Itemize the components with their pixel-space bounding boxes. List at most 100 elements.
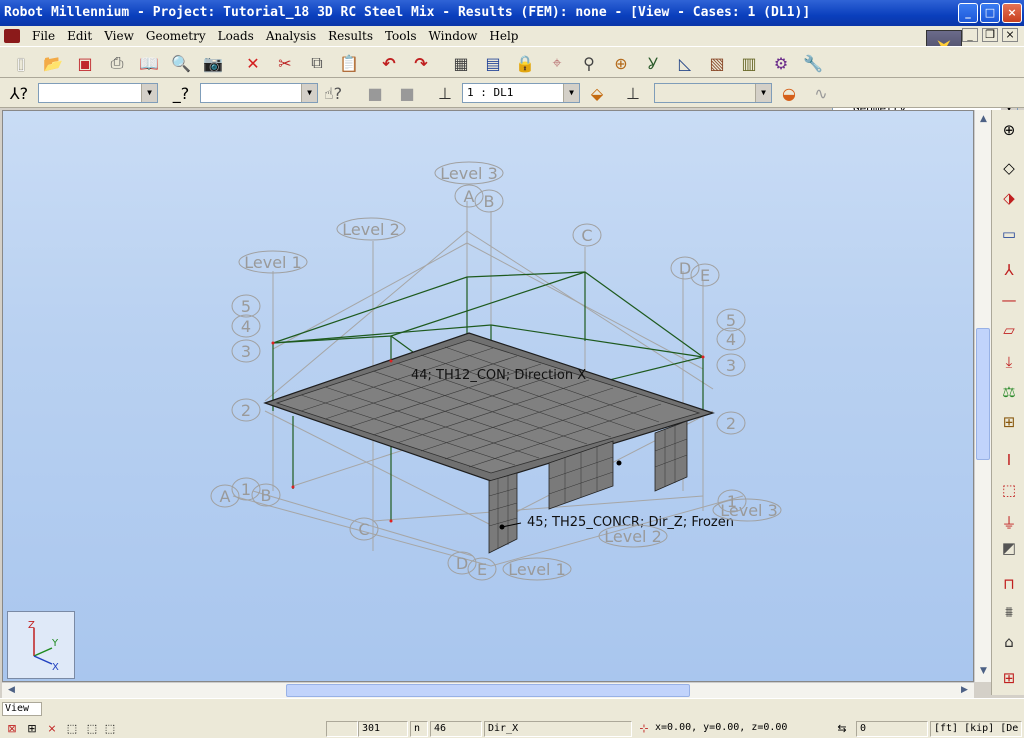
chevron-down-icon[interactable]: ▼ bbox=[301, 84, 317, 102]
scroll-left-icon[interactable]: ◀ bbox=[4, 683, 19, 698]
open-icon[interactable]: 📂 bbox=[42, 52, 64, 74]
cube-icon[interactable]: ⬚ bbox=[996, 478, 1022, 502]
vertical-scroll-thumb[interactable] bbox=[976, 328, 990, 460]
bar-select-icon[interactable]: _? bbox=[170, 82, 192, 104]
gear-icon[interactable]: ⚙ bbox=[770, 52, 792, 74]
bar-selection-combo[interactable]: ▼ bbox=[200, 83, 318, 103]
menu-results[interactable]: Results bbox=[322, 29, 379, 43]
copy-icon[interactable]: ⧉ bbox=[306, 52, 328, 74]
filter2-icon[interactable]: ■ bbox=[396, 82, 418, 104]
menu-window[interactable]: Window bbox=[423, 29, 484, 43]
level-label: Level 1 bbox=[244, 253, 302, 272]
offset-icon[interactable]: ⊞ bbox=[996, 410, 1022, 434]
filter-icon[interactable]: ■ bbox=[364, 82, 386, 104]
frame-icon[interactable]: ⩩ bbox=[996, 600, 1022, 624]
bar-icon[interactable]: — bbox=[996, 288, 1022, 312]
scroll-up-icon[interactable]: ▲ bbox=[976, 112, 991, 127]
wave-icon[interactable]: ∿ bbox=[810, 82, 832, 104]
menu-help[interactable]: Help bbox=[483, 29, 524, 43]
paste-icon[interactable]: 📋 bbox=[338, 52, 360, 74]
load-icon[interactable]: ⬙ bbox=[586, 82, 608, 104]
mode-icon[interactable]: ◒ bbox=[778, 82, 800, 104]
load-definition-icon[interactable]: ⤓ bbox=[996, 350, 1022, 374]
menu-geometry[interactable]: Geometry bbox=[140, 29, 212, 43]
view-tab[interactable]: View bbox=[2, 702, 42, 716]
horizontal-scroll-thumb[interactable] bbox=[286, 684, 690, 697]
display-icon[interactable]: ⬚ bbox=[84, 721, 100, 736]
chevron-down-icon[interactable]: ▼ bbox=[563, 84, 579, 102]
scroll-down-icon[interactable]: ▼ bbox=[976, 664, 991, 679]
combination-icon[interactable]: ⚖ bbox=[996, 380, 1022, 404]
axis-triad-icon: Z Y X bbox=[28, 620, 59, 673]
menu-file[interactable]: File bbox=[26, 29, 61, 43]
coordinates-field: x=0.00, y=0.00, z=0.00 bbox=[655, 722, 788, 733]
truss-icon[interactable]: ⊓ bbox=[996, 572, 1022, 596]
axis-bubble: D bbox=[679, 259, 691, 278]
mdi-close-button[interactable]: × bbox=[1002, 28, 1018, 42]
section-icon[interactable]: ◺ bbox=[674, 52, 696, 74]
support-icon[interactable]: ⅄ bbox=[996, 258, 1022, 282]
menu-loads[interactable]: Loads bbox=[212, 29, 260, 43]
save-icon[interactable]: ▣ bbox=[74, 52, 96, 74]
i-section-icon[interactable]: Ⅰ bbox=[996, 448, 1022, 472]
cut-icon[interactable]: ✂ bbox=[274, 52, 296, 74]
print-icon[interactable]: ⎙ bbox=[106, 52, 128, 74]
mdi-restore-button[interactable]: ❐ bbox=[982, 28, 998, 42]
delete-icon[interactable]: ✕ bbox=[242, 52, 264, 74]
horizontal-scrollbar[interactable]: ◀ ▶ bbox=[2, 682, 974, 698]
scroll-right-icon[interactable]: ▶ bbox=[957, 683, 972, 698]
node-selection-combo[interactable]: ▼ bbox=[38, 83, 158, 103]
node-icon[interactable]: ⬗ bbox=[996, 186, 1022, 210]
3d-view-icon[interactable]: ⬚ bbox=[64, 721, 80, 736]
redo-icon[interactable]: ↷ bbox=[410, 52, 432, 74]
lock-icon[interactable]: 🔒 bbox=[514, 52, 536, 74]
grid-icon[interactable]: ⊞ bbox=[996, 666, 1022, 690]
panel-icon[interactable]: ▱ bbox=[996, 318, 1022, 342]
select-icon[interactable]: ⊠ bbox=[4, 721, 20, 736]
grid-view-icon[interactable]: ⊞ bbox=[24, 721, 40, 736]
structure-icon[interactable]: ▥ bbox=[738, 52, 760, 74]
chevron-down-icon[interactable]: ▼ bbox=[141, 84, 157, 102]
minimize-button[interactable]: _ bbox=[958, 3, 978, 23]
units-field[interactable]: [ft] [kip] [De bbox=[930, 721, 1022, 737]
menu-analysis[interactable]: Analysis bbox=[260, 29, 322, 43]
case-combo[interactable]: 1 : DL1 ▼ bbox=[462, 83, 580, 103]
cursor-icon[interactable]: ⌖ bbox=[546, 52, 568, 74]
menu-bar: File Edit View Geometry Loads Analysis R… bbox=[0, 26, 1024, 46]
snap-icon[interactable]: ⨯ bbox=[44, 721, 60, 736]
new-file-icon[interactable]: ▯ bbox=[10, 52, 32, 74]
book-icon[interactable]: 📖 bbox=[138, 52, 160, 74]
polygon-icon[interactable]: ◇ bbox=[996, 156, 1022, 180]
solid-icon[interactable]: ◩ bbox=[996, 536, 1022, 560]
axis-definition-icon[interactable]: ⊕ bbox=[996, 118, 1022, 142]
query-icon[interactable]: ☝? bbox=[322, 82, 344, 104]
vertical-scrollbar[interactable]: ▲ ▼ bbox=[974, 110, 991, 682]
node-select-icon[interactable]: ⅄? bbox=[8, 82, 30, 104]
vector-icon[interactable]: Ỿ bbox=[642, 52, 664, 74]
axis-bubble: C bbox=[358, 520, 369, 539]
menu-edit[interactable]: Edit bbox=[61, 29, 98, 43]
load-type-icon[interactable]: ⊥ bbox=[622, 82, 644, 104]
mdi-minimize-button[interactable]: _ bbox=[962, 28, 978, 42]
camera-icon[interactable]: 📷 bbox=[202, 52, 224, 74]
print-preview-icon[interactable]: 🔍 bbox=[170, 52, 192, 74]
release-icon[interactable]: ⏚ bbox=[996, 510, 1022, 534]
close-button[interactable]: × bbox=[1002, 3, 1022, 23]
maximize-button[interactable]: □ bbox=[980, 3, 1000, 23]
section-definition-icon[interactable]: ▭ bbox=[996, 222, 1022, 246]
pan-icon[interactable]: ⊕ bbox=[610, 52, 632, 74]
app-icon[interactable] bbox=[4, 29, 20, 43]
structure-view[interactable]: 44; TH12_CON; Direction X 45; TH25_CONCR… bbox=[2, 110, 974, 682]
menu-view[interactable]: View bbox=[98, 29, 140, 43]
undo-icon[interactable]: ↶ bbox=[378, 52, 400, 74]
zoom-icon[interactable]: ⚲ bbox=[578, 52, 600, 74]
tools-icon[interactable]: 🔧 bbox=[802, 52, 824, 74]
hatch-icon[interactable]: ▧ bbox=[706, 52, 728, 74]
menu-tools[interactable]: Tools bbox=[379, 29, 423, 43]
building-icon[interactable]: ⌂ bbox=[996, 630, 1022, 654]
table-icon[interactable]: ▤ bbox=[482, 52, 504, 74]
window-title: Robot Millennium - Project: Tutorial_18 … bbox=[4, 5, 811, 20]
case-icon[interactable]: ⊥ bbox=[434, 82, 456, 104]
calculator-icon[interactable]: ▦ bbox=[450, 52, 472, 74]
view-layout-icon[interactable]: ⬚ bbox=[102, 721, 118, 736]
